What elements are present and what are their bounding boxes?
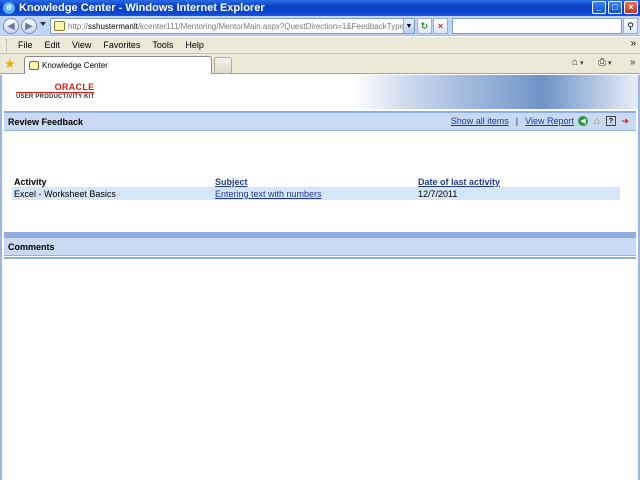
table-row: Excel - Worksheet Basics Entering text w… [12, 187, 620, 200]
row-date: 12/7/2011 [418, 188, 458, 199]
back-button[interactable]: ◀ [3, 18, 19, 34]
tab-page-icon [29, 61, 39, 70]
menu-tools[interactable]: Tools [146, 40, 179, 50]
menu-file[interactable]: File [12, 40, 39, 50]
column-subject-sort-link[interactable]: Subject [215, 177, 248, 187]
close-button[interactable]: × [624, 1, 638, 14]
logo-product: USER PRODUCTIVITY KIT [16, 92, 95, 100]
address-dropdown-icon[interactable]: ▼ [403, 19, 414, 33]
comments-title: Comments [8, 241, 55, 252]
command-overflow-icon[interactable]: » [630, 57, 636, 68]
page-icon [54, 21, 65, 31]
home-toolbar-icon: ⌂ [572, 57, 579, 68]
view-report-link[interactable]: View Report [525, 116, 574, 126]
window-controls: _ □ × [592, 1, 638, 14]
tab-bar: ★ Knowledge Center ⌂ ▾ ⎙ ▾ » [0, 54, 640, 74]
maximize-button[interactable]: □ [608, 1, 622, 14]
menu-favorites[interactable]: Favorites [97, 40, 146, 50]
ie-logo-icon: e [3, 2, 15, 14]
show-all-items-link[interactable]: Show all items [451, 116, 509, 126]
refresh-button[interactable]: ↻ [417, 18, 432, 34]
window-title: Knowledge Center - Windows Internet Expl… [19, 2, 265, 14]
history-dropdown-icon[interactable] [40, 22, 46, 26]
print-icon: ⎙ [598, 57, 606, 68]
exit-icon[interactable]: ➜ [620, 116, 630, 126]
action-separator: | [515, 116, 519, 126]
search-icon[interactable]: ⚲ [623, 18, 638, 34]
page-content: ORACLE USER PRODUCTIVITY KIT Review Feed… [0, 75, 640, 480]
home-icon[interactable]: ⌂ [592, 116, 602, 127]
home-dropdown-icon[interactable]: ▾ [580, 59, 584, 67]
logo-brand: ORACLE [54, 82, 95, 92]
window-title-bar: e Knowledge Center - Windows Internet Ex… [0, 0, 640, 16]
menu-bar: File Edit View Favorites Tools Help » [0, 37, 640, 54]
row-subject-link[interactable]: Entering text with numbers [215, 189, 322, 199]
home-toolbar-button[interactable]: ⌂ ▾ [572, 57, 584, 68]
help-icon[interactable]: ? [606, 116, 616, 126]
tab-knowledge-center[interactable]: Knowledge Center [24, 56, 212, 74]
favorites-star-icon[interactable]: ★ [4, 57, 16, 70]
address-url[interactable]: http://sshustermanlt/kcenter111/Mentorin… [68, 22, 403, 31]
menu-view[interactable]: View [66, 40, 97, 50]
print-toolbar-button[interactable]: ⎙ ▾ [598, 57, 612, 68]
back-arrow-icon[interactable]: ◀ [578, 116, 588, 126]
header-actions: Show all items | View Report ◀ ⌂ ? ➜ [451, 116, 630, 127]
tab-label: Knowledge Center [42, 61, 108, 70]
stop-button[interactable]: × [433, 18, 448, 34]
review-feedback-header: Review Feedback Show all items | View Re… [4, 111, 636, 131]
address-toolbar: ◀ ▶ http://sshustermanlt/kcenter111/Ment… [0, 16, 640, 36]
comments-header: Comments [4, 236, 636, 256]
comments-body [4, 257, 636, 480]
column-activity: Activity [14, 176, 47, 187]
new-tab-button[interactable] [214, 57, 232, 73]
oracle-upk-logo: ORACLE USER PRODUCTIVITY KIT [16, 82, 95, 100]
header-banner: ORACLE USER PRODUCTIVITY KIT [2, 75, 638, 109]
section-title: Review Feedback [8, 116, 84, 127]
column-date-sort-link[interactable]: Date of last activity [418, 177, 500, 187]
print-dropdown-icon[interactable]: ▾ [608, 59, 612, 67]
toolbar-grip [6, 39, 8, 51]
address-bar[interactable]: http://sshustermanlt/kcenter111/Mentorin… [50, 18, 415, 34]
menu-help[interactable]: Help [179, 40, 210, 50]
menu-edit[interactable]: Edit [39, 40, 67, 50]
row-activity: Excel - Worksheet Basics [14, 188, 116, 199]
toolbar-overflow-icon[interactable]: » [630, 38, 636, 49]
forward-button[interactable]: ▶ [21, 18, 37, 34]
minimize-button[interactable]: _ [592, 1, 606, 14]
search-input[interactable] [452, 18, 622, 34]
